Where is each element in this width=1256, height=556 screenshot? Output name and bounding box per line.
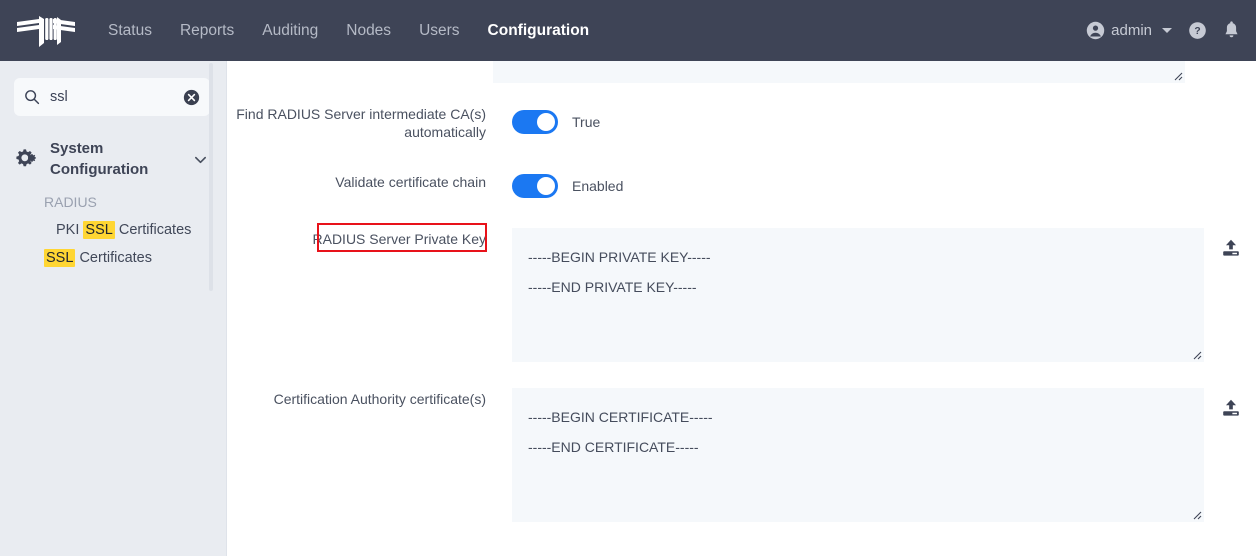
sidebar: ssl System Configuration RADIUS PKI SSL … bbox=[0, 61, 227, 556]
upload-private-key-button[interactable] bbox=[1211, 228, 1251, 268]
chevron-down-icon[interactable] bbox=[193, 152, 208, 167]
field-label: Find RADIUS Server intermediate CA(s) au… bbox=[228, 105, 486, 141]
gears-icon bbox=[12, 147, 38, 171]
main-content: Find RADIUS Server intermediate CA(s) au… bbox=[228, 61, 1256, 556]
nav-link-configuration[interactable]: Configuration bbox=[474, 16, 604, 46]
search-match-highlight: SSL bbox=[44, 249, 75, 267]
clear-search-icon[interactable] bbox=[183, 89, 200, 106]
field-find-radius-intermediate-ca: Find RADIUS Server intermediate CA(s) au… bbox=[228, 105, 828, 141]
question-circle-icon: ? bbox=[1188, 21, 1207, 40]
field-label-radius-server-private-key: RADIUS Server Private Key bbox=[228, 228, 486, 248]
sidebar-section-label: System Configuration bbox=[50, 138, 193, 180]
sidebar-item-suffix: Certificates bbox=[115, 222, 192, 238]
textarea-above-scrolled[interactable] bbox=[493, 61, 1185, 83]
resize-handle-icon[interactable] bbox=[1190, 348, 1202, 360]
search-input[interactable]: ssl bbox=[50, 89, 183, 105]
nav-link-reports[interactable]: Reports bbox=[166, 16, 248, 46]
sidebar-item-suffix: Certificates bbox=[75, 250, 152, 266]
toggle-knob bbox=[537, 113, 555, 131]
clear-circle-icon bbox=[183, 89, 200, 106]
nav-link-status[interactable]: Status bbox=[94, 16, 166, 46]
help-button[interactable]: ? bbox=[1188, 21, 1207, 40]
private-key-end-line: -----END PRIVATE KEY----- bbox=[528, 272, 1188, 302]
user-circle-icon bbox=[1086, 21, 1105, 40]
textarea-ca-certificates[interactable]: -----BEGIN CERTIFICATE----- -----END CER… bbox=[512, 388, 1204, 522]
toggle-find-radius-intermediate-ca[interactable] bbox=[512, 110, 558, 134]
sidebar-search-box[interactable]: ssl bbox=[14, 78, 210, 116]
sidebar-item-prefix: PKI bbox=[56, 222, 83, 238]
user-name: admin bbox=[1111, 22, 1152, 39]
toggle-state-label: True bbox=[572, 110, 600, 134]
toggle-knob bbox=[537, 177, 555, 195]
nav-link-nodes[interactable]: Nodes bbox=[332, 16, 405, 46]
search-match-highlight: SSL bbox=[83, 221, 114, 239]
toggle-validate-certificate-chain[interactable] bbox=[512, 174, 558, 198]
toggle-state-label: Enabled bbox=[572, 174, 623, 198]
upload-ca-certificates-button[interactable] bbox=[1211, 388, 1251, 428]
field-radius-server-private-key: RADIUS Server Private Key -----BEGIN PRI… bbox=[228, 228, 1251, 362]
nav-link-users[interactable]: Users bbox=[405, 16, 473, 46]
nav-link-auditing[interactable]: Auditing bbox=[248, 16, 332, 46]
private-key-begin-line: -----BEGIN PRIVATE KEY----- bbox=[528, 242, 1188, 272]
chevron-down-icon bbox=[1162, 28, 1172, 33]
certificate-end-line: -----END CERTIFICATE----- bbox=[528, 432, 1188, 462]
top-navbar: Status Reports Auditing Nodes Users Conf… bbox=[0, 0, 1256, 61]
navbar-right-group: admin ? bbox=[1086, 21, 1240, 40]
sidebar-group-radius: RADIUS bbox=[44, 194, 226, 210]
sidebar-item-pki-ssl-certificates[interactable]: PKI SSL Certificates bbox=[56, 222, 226, 238]
sidebar-scrollbar[interactable] bbox=[209, 63, 213, 291]
logo-icon bbox=[17, 12, 75, 50]
field-label-ca-certificates: Certification Authority certificate(s) bbox=[228, 388, 486, 408]
sidebar-section-system-configuration[interactable]: System Configuration bbox=[12, 138, 216, 180]
textarea-radius-server-private-key[interactable]: -----BEGIN PRIVATE KEY----- -----END PRI… bbox=[512, 228, 1204, 362]
bell-icon bbox=[1223, 21, 1240, 40]
packetfence-logo[interactable] bbox=[16, 11, 76, 51]
main-nav: Status Reports Auditing Nodes Users Conf… bbox=[94, 16, 603, 46]
search-icon bbox=[24, 89, 40, 105]
sidebar-item-ssl-certificates[interactable]: SSL Certificates bbox=[44, 250, 226, 266]
user-menu[interactable]: admin bbox=[1086, 21, 1172, 40]
upload-icon bbox=[1220, 237, 1242, 259]
field-label: Validate certificate chain bbox=[228, 173, 486, 191]
field-certification-authority-certificates: Certification Authority certificate(s) -… bbox=[228, 388, 1251, 522]
notifications-button[interactable] bbox=[1223, 21, 1240, 40]
resize-handle-icon[interactable] bbox=[1190, 508, 1202, 520]
field-validate-certificate-chain: Validate certificate chain Enabled bbox=[228, 173, 828, 198]
upload-icon bbox=[1220, 397, 1242, 419]
certificate-begin-line: -----BEGIN CERTIFICATE----- bbox=[528, 402, 1188, 432]
resize-handle-icon[interactable] bbox=[1171, 69, 1183, 81]
svg-text:?: ? bbox=[1194, 26, 1200, 37]
